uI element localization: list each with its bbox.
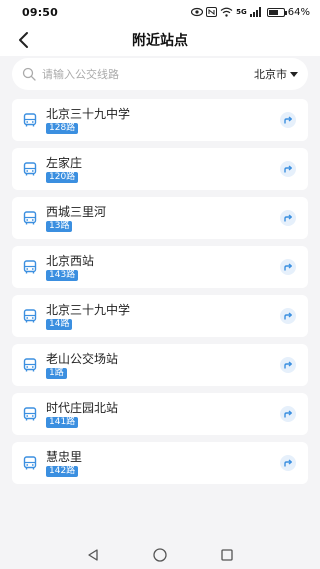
turn-right-arrow-icon <box>284 165 292 173</box>
signal-5g-icon <box>249 7 261 17</box>
route-badge: 128路 <box>46 122 79 134</box>
route-badge: 143路 <box>46 269 79 281</box>
battery-icon <box>266 7 287 17</box>
station-card[interactable]: 时代庄园北站 141路 <box>12 393 308 435</box>
system-nav-bar <box>0 541 320 569</box>
station-name: 左家庄 <box>46 155 83 170</box>
battery-percent: 64% <box>287 6 310 18</box>
station-info: 北京西站 143路 <box>46 254 94 281</box>
city-label: 北京市 <box>254 68 287 81</box>
station-name: 北京三十九中学 <box>46 302 131 317</box>
search-input[interactable]: 请输入公交线路 <box>42 66 254 82</box>
route-badge: 1路 <box>46 367 67 379</box>
nav-bar: 附近站点 <box>0 24 320 56</box>
station-card[interactable]: 慧忠里 142路 <box>12 442 308 484</box>
home-circle-icon[interactable] <box>153 548 167 562</box>
navigate-button[interactable] <box>280 259 296 275</box>
station-info: 西城三里河 13路 <box>46 205 106 232</box>
station-info: 左家庄 120路 <box>46 156 82 183</box>
route-badge: 142路 <box>46 465 79 477</box>
station-card[interactable]: 左家庄 120路 <box>12 148 308 190</box>
status-time: 09:50 <box>22 5 59 19</box>
turn-right-arrow-icon <box>284 361 292 369</box>
navigate-button[interactable] <box>280 161 296 177</box>
bus-icon <box>23 407 37 421</box>
turn-right-arrow-icon <box>284 214 292 222</box>
route-badge: 13路 <box>46 220 73 232</box>
status-icons: 5G 64% <box>191 7 310 18</box>
station-name: 老山公交场站 <box>46 351 119 366</box>
bus-icon <box>23 456 37 470</box>
back-triangle-icon[interactable] <box>87 549 99 561</box>
navigate-button[interactable] <box>280 112 296 128</box>
route-badge: 141路 <box>46 416 79 428</box>
recents-square-icon[interactable] <box>221 549 233 561</box>
bus-icon <box>23 260 37 274</box>
wifi-icon <box>220 7 233 17</box>
route-badge: 120路 <box>46 171 79 183</box>
station-card[interactable]: 老山公交场站 1路 <box>12 344 308 386</box>
station-name: 北京西站 <box>46 253 95 268</box>
navigate-button[interactable] <box>280 406 296 422</box>
turn-right-arrow-icon <box>284 410 292 418</box>
station-name: 西城三里河 <box>46 204 107 219</box>
turn-right-arrow-icon <box>284 459 292 467</box>
station-card[interactable]: 北京西站 143路 <box>12 246 308 288</box>
bus-icon <box>23 162 37 176</box>
status-bar: 09:50 5G 64% <box>0 0 320 24</box>
station-info: 老山公交场站 1路 <box>46 352 118 379</box>
station-card[interactable]: 北京三十九中学 128路 <box>12 99 308 141</box>
bus-icon <box>23 358 37 372</box>
network-type: 5G <box>236 8 247 16</box>
station-name: 慧忠里 <box>46 449 83 464</box>
turn-right-arrow-icon <box>284 116 292 124</box>
nfc-icon <box>206 7 218 17</box>
bus-icon <box>23 113 37 127</box>
turn-right-arrow-icon <box>284 312 292 320</box>
search-icon <box>22 67 36 81</box>
station-info: 慧忠里 142路 <box>46 450 82 477</box>
station-name: 北京三十九中学 <box>46 106 131 121</box>
station-info: 北京三十九中学 14路 <box>46 303 130 330</box>
station-info: 时代庄园北站 141路 <box>46 401 118 428</box>
station-name: 时代庄园北站 <box>46 400 119 415</box>
bus-icon <box>23 309 37 323</box>
search-bar[interactable]: 请输入公交线路 北京市 <box>12 58 308 90</box>
station-info: 北京三十九中学 128路 <box>46 107 130 134</box>
navigate-button[interactable] <box>280 210 296 226</box>
navigate-button[interactable] <box>280 308 296 324</box>
navigate-button[interactable] <box>280 357 296 373</box>
page-title: 附近站点 <box>132 33 188 49</box>
navigate-button[interactable] <box>280 455 296 471</box>
city-selector[interactable]: 北京市 <box>254 66 298 82</box>
route-badge: 14路 <box>46 318 73 330</box>
bus-icon <box>23 211 37 225</box>
eye-icon <box>191 7 204 17</box>
station-list: 北京三十九中学 128路 左家庄 120路 西城三里河 13路 北京西站 143路 北京三十九中… <box>12 99 308 491</box>
back-arrow-icon[interactable] <box>14 30 34 50</box>
station-card[interactable]: 西城三里河 13路 <box>12 197 308 239</box>
caret-down-icon <box>290 71 298 77</box>
station-card[interactable]: 北京三十九中学 14路 <box>12 295 308 337</box>
turn-right-arrow-icon <box>284 263 292 271</box>
